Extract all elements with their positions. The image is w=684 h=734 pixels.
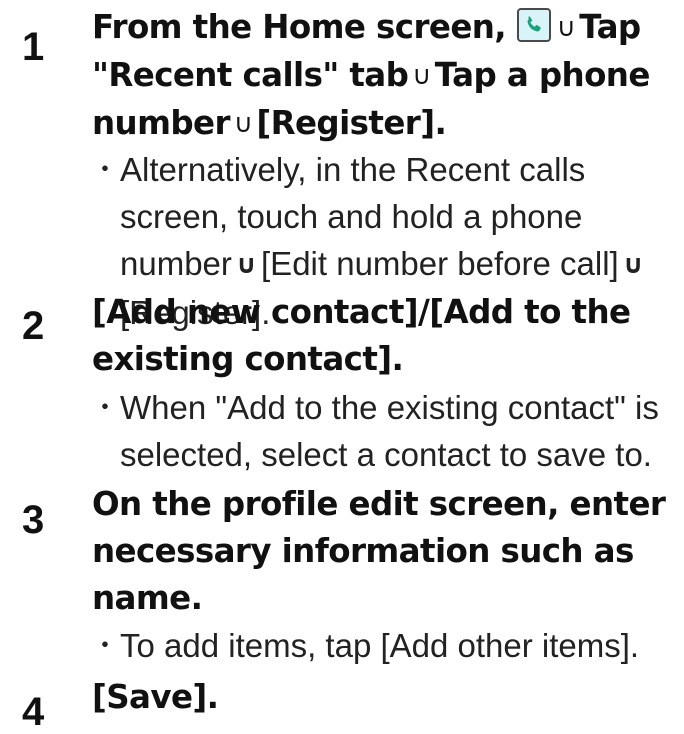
- step-title: [Save].: [92, 678, 219, 716]
- step-title-text: From the Home screen,: [92, 8, 517, 46]
- phone-icon: [516, 8, 551, 42]
- step-number: 2: [22, 304, 45, 348]
- step-title: [Add new contact]/[Add to the existing c…: [92, 293, 631, 378]
- step-title: On the profile edit screen, enter necess…: [92, 485, 666, 617]
- step-note-text: To add items, tap [Add other items].: [120, 627, 640, 664]
- step-number: 3: [22, 498, 45, 542]
- arrow-symbol: ∪: [233, 109, 253, 139]
- step-title-text: [Register].: [256, 104, 447, 142]
- arrow-symbol: ∪: [622, 250, 644, 280]
- bullet: ･: [96, 389, 114, 426]
- step-number: 1: [22, 25, 45, 69]
- step-title: From the Home screen, ∪ Tap "Recent calls…: [92, 4, 672, 148]
- bullet: ･: [96, 627, 114, 664]
- step-note: ･ When "Add to the existing contact" is …: [92, 384, 678, 478]
- step-note-text: When "Add to the existing contact" is se…: [120, 389, 659, 473]
- step-note: ･ To add items, tap [Add other items].: [92, 622, 678, 669]
- step-number: 4: [22, 690, 45, 734]
- arrow-symbol: ∪: [235, 250, 258, 280]
- arrow-symbol: ∪: [412, 61, 431, 91]
- arrow-symbol: ∪: [556, 13, 576, 43]
- bullet: ･: [96, 151, 114, 188]
- note-text: [Edit number before call]: [261, 245, 619, 282]
